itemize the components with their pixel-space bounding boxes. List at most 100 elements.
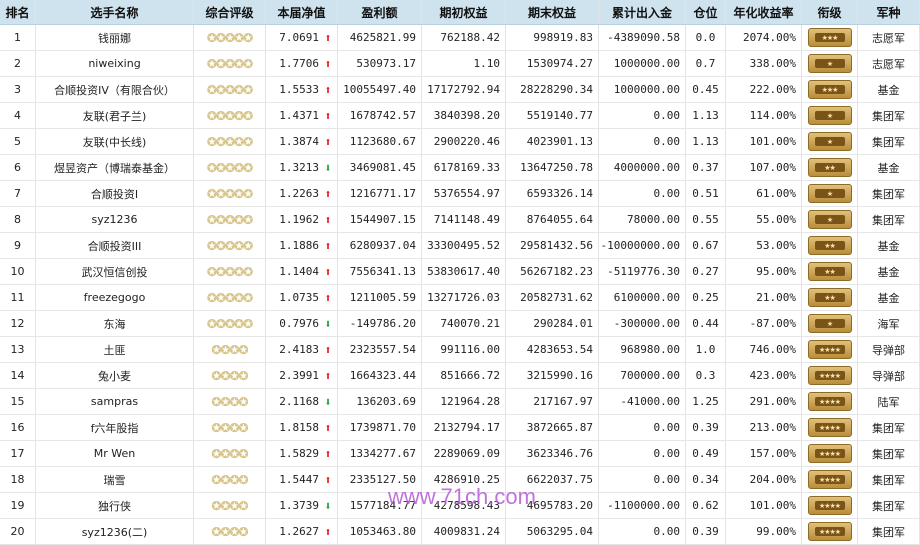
table-row[interactable]: 12 东海 ✪✪✪✪✪ 0.7976 ⬇ -149786.20 740070.21 29028… [0,311,920,337]
header-rank[interactable]: 排名 [0,0,36,24]
nav-value: 1.2627 [279,525,319,538]
rank-badge: ★ [802,181,858,206]
player-name-link[interactable]: 兔小麦 [36,363,194,388]
military-badge-icon: ★★ [807,262,852,281]
star-icons: ✪✪✪✪✪ [206,316,253,331]
end-equity-cell: 5063295.04 [506,519,599,544]
trend-arrow-icon: ⬇ [324,160,332,175]
net-flow-cell: 0.00 [599,441,686,466]
net-flow-cell: 0.00 [599,103,686,128]
star-icons: ✪✪✪✪✪ [206,82,253,97]
military-badge-icon: ★ [807,184,852,203]
header-annual-return[interactable]: 年化收益率 [726,0,802,24]
player-name-link[interactable]: syz1236(二) [36,519,194,544]
net-flow-cell: 6100000.00 [599,285,686,310]
nav-value: 1.8158 [279,421,319,434]
table-row[interactable]: 1 钱丽娜 ✪✪✪✪✪ 7.0691 ⬆ 4625821.99 762188.42 99891… [0,25,920,51]
header-net-flow[interactable]: 累计出入金 [599,0,686,24]
player-name-link[interactable]: freezegogo [36,285,194,310]
table-row[interactable]: 5 友联(中长线) ✪✪✪✪✪ 1.3874 ⬆ 1123680.67 2900220.46… [0,129,920,155]
table-row[interactable]: 20 syz1236(二) ✪✪✪✪ 1.2627 ⬆ 1053463.80 4009831… [0,519,920,545]
army-type-cell: 导弹部 [858,337,920,362]
header-army-type[interactable]: 军种 [858,0,920,24]
nav-cell: 1.3739 ⬇ [266,493,338,518]
net-flow-cell: 1000000.00 [599,77,686,102]
begin-equity-cell: 2900220.46 [422,129,506,154]
star-icons: ✪✪✪✪ [211,446,248,461]
table-row[interactable]: 2 niweixing ✪✪✪✪✪ 1.7706 ⬆ 530973.17 1.10 15309… [0,51,920,77]
player-name-link[interactable]: syz1236 [36,207,194,232]
player-name-link[interactable]: 武汉恒信创投 [36,259,194,284]
player-name-link[interactable]: Mr Wen [36,441,194,466]
header-nav[interactable]: 本届净值 [266,0,338,24]
begin-equity-cell: 1.10 [422,51,506,76]
profit-cell: 1664323.44 [338,363,422,388]
header-rank-badge[interactable]: 衔级 [802,0,858,24]
table-row[interactable]: 8 syz1236 ✪✪✪✪✪ 1.1962 ⬆ 1544907.15 7141148.49… [0,207,920,233]
table-row[interactable]: 3 合顺投资IV（有限合伙） ✪✪✪✪✪ 1.5533 ⬆ 10055497.40 1717… [0,77,920,103]
trend-arrow-icon: ⬆ [324,56,332,71]
begin-equity-cell: 3840398.20 [422,103,506,128]
header-rating[interactable]: 综合评级 [194,0,266,24]
header-end-equity[interactable]: 期末权益 [506,0,599,24]
player-name-link[interactable]: 瑞雪 [36,467,194,492]
table-row[interactable]: 13 土匪 ✪✪✪✪ 2.4183 ⬆ 2323557.54 991116.00 428365… [0,337,920,363]
rank-cell: 7 [0,181,36,206]
player-name-link[interactable]: 友联(中长线) [36,129,194,154]
position-cell: 1.13 [686,103,726,128]
rating-stars: ✪✪✪✪✪ [194,77,266,102]
header-position[interactable]: 仓位 [686,0,726,24]
table-row[interactable]: 15 sampras ✪✪✪✪ 2.1168 ⬇ 136203.69 121964.28 21… [0,389,920,415]
player-name-link[interactable]: 独行侠 [36,493,194,518]
header-name[interactable]: 选手名称 [36,0,194,24]
end-equity-cell: 6593326.14 [506,181,599,206]
player-name-link[interactable]: 煜昱资产（博瑞泰基金） [36,155,194,180]
player-name-link[interactable]: f六年股指 [36,415,194,440]
army-type-cell: 志愿军 [858,51,920,76]
table-row[interactable]: 10 武汉恒信创投 ✪✪✪✪✪ 1.1404 ⬆ 7556341.13 53830617.4… [0,259,920,285]
player-name-link[interactable]: 合顺投资III [36,233,194,258]
header-profit[interactable]: 盈利额 [338,0,422,24]
player-name-link[interactable]: 合顺投资I [36,181,194,206]
player-name-link[interactable]: sampras [36,389,194,414]
rank-cell: 13 [0,337,36,362]
rank-cell: 5 [0,129,36,154]
rating-stars: ✪✪✪✪✪ [194,285,266,310]
profit-cell: 4625821.99 [338,25,422,50]
star-icons: ✪✪✪✪ [211,420,248,435]
player-name-link[interactable]: 东海 [36,311,194,336]
table-row[interactable]: 4 友联(君子兰) ✪✪✪✪✪ 1.4371 ⬆ 1678742.57 3840398.20… [0,103,920,129]
table-row[interactable]: 7 合顺投资I ✪✪✪✪✪ 1.2263 ⬆ 1216771.17 5376554.97 65… [0,181,920,207]
rank-badge: ★★ [802,259,858,284]
badge-stars: ★★★★ [814,449,845,458]
table-row[interactable]: 11 freezegogo ✪✪✪✪✪ 1.0735 ⬆ 1211005.59 132717… [0,285,920,311]
badge-stars: ★ [814,59,845,68]
player-name-link[interactable]: niweixing [36,51,194,76]
table-row[interactable]: 6 煜昱资产（博瑞泰基金） ✪✪✪✪✪ 1.3213 ⬇ 3469081.45 617816… [0,155,920,181]
rank-badge: ★★★★ [802,441,858,466]
nav-value: 1.1886 [279,239,319,252]
net-flow-cell: 0.00 [599,415,686,440]
military-badge-icon: ★ [807,314,852,333]
rank-badge: ★★★★ [802,415,858,440]
star-icons: ✪✪✪✪ [211,394,248,409]
net-flow-cell: 78000.00 [599,207,686,232]
table-row[interactable]: 14 兔小麦 ✪✪✪✪ 2.3991 ⬆ 1664323.44 851666.72 32159… [0,363,920,389]
rank-cell: 19 [0,493,36,518]
rating-stars: ✪✪✪✪✪ [194,259,266,284]
rank-badge: ★★ [802,233,858,258]
badge-stars: ★★★ [814,33,845,42]
table-row[interactable]: 16 f六年股指 ✪✪✪✪ 1.8158 ⬆ 1739871.70 2132794.17 38… [0,415,920,441]
annual-return-cell: 338.00% [726,51,802,76]
table-row[interactable]: 9 合顺投资III ✪✪✪✪✪ 1.1886 ⬆ 6280937.04 33300495.5… [0,233,920,259]
header-begin-equity[interactable]: 期初权益 [422,0,506,24]
net-flow-cell: 0.00 [599,467,686,492]
end-equity-cell: 20582731.62 [506,285,599,310]
player-name-link[interactable]: 友联(君子兰) [36,103,194,128]
military-badge-icon: ★★★★ [807,392,852,411]
player-name-link[interactable]: 钱丽娜 [36,25,194,50]
player-name-link[interactable]: 合顺投资IV（有限合伙） [36,77,194,102]
player-name-link[interactable]: 土匪 [36,337,194,362]
military-badge-icon: ★★★★ [807,470,852,489]
table-row[interactable]: 17 Mr Wen ✪✪✪✪ 1.5829 ⬆ 1334277.67 2289069.09 3… [0,441,920,467]
